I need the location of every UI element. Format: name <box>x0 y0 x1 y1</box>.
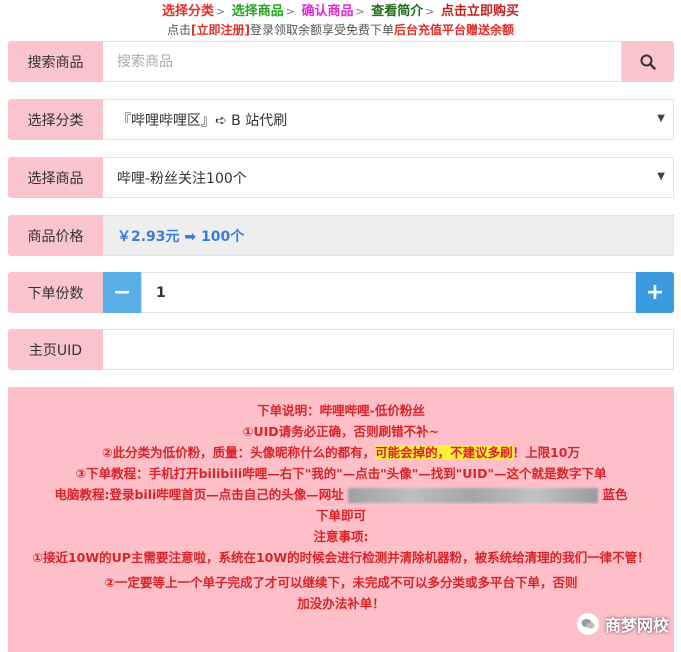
uid-input[interactable] <box>117 330 673 369</box>
desc-text: 蓝色 <box>602 487 628 502</box>
category-label: 选择分类 <box>8 99 103 140</box>
step-5: 点击立即购买 <box>441 4 520 19</box>
price-label: 商品价格 <box>8 215 103 256</box>
search-field <box>103 41 622 82</box>
caret-down-icon: ▼ <box>657 171 665 182</box>
search-input[interactable] <box>117 42 621 81</box>
category-value: 『哔哩哔哩区』➪ B 站代刷 <box>117 112 288 129</box>
order-steps: 选择分类 > 选择商品 > 确认商品 > 查看简介 > 点击立即购买 <box>0 3 681 21</box>
wechat-icon <box>576 613 599 635</box>
category-select[interactable]: 『哔哩哔哩区』➪ B 站代刷 ▼ <box>103 99 674 140</box>
notice-prefix: 点击 <box>166 23 191 37</box>
product-label: 选择商品 <box>8 157 103 198</box>
quantity-input[interactable] <box>156 273 635 312</box>
desc-line: ②一定要等上一个单子完成了才可以继续下，未完成不可以多分类或多平台下单，否则 <box>104 575 578 590</box>
step-arrow: > <box>285 5 295 18</box>
desc-line: 加没办法补单！ <box>297 596 385 611</box>
redacted-url <box>348 488 599 503</box>
step-arrow: > <box>355 5 365 18</box>
step-4: 查看简介 <box>371 4 424 19</box>
decrease-button[interactable]: − <box>103 272 141 313</box>
uid-row: 主页UID <box>8 329 674 370</box>
register-notice: 点击[立即注册]登录领取余额享受免费下单后台充值平台赠送余额 <box>0 22 681 38</box>
step-2: 选择商品 <box>231 4 284 19</box>
search-button[interactable] <box>622 41 674 82</box>
search-row: 搜索商品 <box>8 41 674 82</box>
uid-label: 主页UID <box>8 329 103 370</box>
notice-middle: 登录领取余额享受免费下单 <box>249 23 394 37</box>
desc-text: ②此分类为低价粉，质量：头像昵称什么的都有， <box>101 445 376 460</box>
watermark-text: 商梦网校 <box>604 616 669 635</box>
quantity-field <box>141 272 636 313</box>
desc-line: ①UID请务必正确，否则刷错不补~ <box>242 424 440 439</box>
desc-line: 下单即可 <box>315 508 366 523</box>
order-description: 下单说明：哔哩哔哩-低价粉丝 ①UID请务必正确，否则刷错不补~ ②此分类为低价… <box>8 387 674 652</box>
watermark: 商梦网校 <box>576 612 669 636</box>
desc-text: 电脑教程:登录bili哔哩首页—点击自己的头像—网址 <box>54 487 344 502</box>
register-link[interactable]: [立即注册] <box>191 23 250 37</box>
search-label: 搜索商品 <box>8 41 103 82</box>
product-value: 哔哩-粉丝关注100个 <box>117 170 247 187</box>
step-1: 选择分类 <box>161 4 214 19</box>
caret-down-icon: ▼ <box>657 113 665 124</box>
quantity-label: 下单份数 <box>8 272 103 313</box>
increase-button[interactable]: + <box>636 272 674 313</box>
desc-title: 下单说明：哔哩哔哩-低价粉丝 <box>257 403 425 418</box>
quantity-row: 下单份数 − + <box>8 272 674 313</box>
desc-line: 注意事项: <box>313 529 369 544</box>
price-row: 商品价格 ￥2.93元 ➡ 100个 <box>8 215 674 256</box>
step-arrow: > <box>215 5 226 18</box>
desc-text: ！上限10万 <box>512 445 580 460</box>
step-3: 确认商品 <box>301 4 354 19</box>
uid-field <box>103 329 674 370</box>
category-row: 选择分类 『哔哩哔哩区』➪ B 站代刷 ▼ <box>8 99 674 140</box>
step-arrow: > <box>425 5 435 18</box>
desc-line: ③下单教程：手机打开bilibili哔哩—右下"我的"—点击"头像"—找到"UI… <box>75 466 607 481</box>
product-row: 选择商品 哔哩-粉丝关注100个 ▼ <box>8 157 674 198</box>
notice-bonus: 后台充值平台赠送余额 <box>394 23 515 37</box>
desc-line: ②此分类为低价粉，质量：头像昵称什么的都有，可能会掉的，不建议多刷！上限10万 <box>16 442 666 463</box>
desc-line: ①接近10W的UP主需要注意啦，系统在10W的时候会进行检测并清除机器粉，被系统… <box>32 550 650 565</box>
search-icon <box>640 54 656 70</box>
desc-line: 电脑教程:登录bili哔哩首页—点击自己的头像—网址 蓝色 <box>16 484 666 505</box>
product-select[interactable]: 哔哩-粉丝关注100个 ▼ <box>103 157 674 198</box>
desc-highlight: 可能会掉的，不建议多刷 <box>375 445 513 460</box>
price-value: ￥2.93元 ➡ 100个 <box>103 215 674 256</box>
